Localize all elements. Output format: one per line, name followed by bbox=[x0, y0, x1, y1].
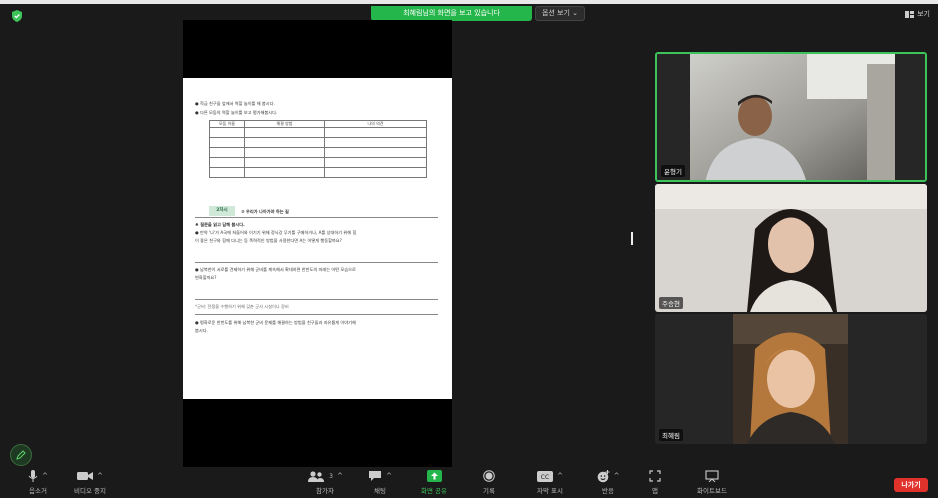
apps-button[interactable]: 앱 bbox=[645, 467, 665, 498]
annotate-pen-button[interactable] bbox=[10, 444, 32, 466]
table-row bbox=[209, 147, 427, 158]
whiteboard-label: 화이트보드 bbox=[697, 487, 727, 495]
mute-label: 음소거 bbox=[29, 487, 47, 495]
chevron-up-icon[interactable]: ^ bbox=[42, 472, 48, 480]
chevron-down-icon: ⌄ bbox=[572, 9, 579, 17]
record-icon bbox=[483, 470, 495, 482]
chevron-up-icon[interactable]: ^ bbox=[386, 472, 392, 480]
lesson-tag: 2차시 bbox=[209, 206, 235, 216]
question-1-line-2: 이 좋은 친구와 힘께 다니는 등 폭력적인 방법을 사용한다면 A는 어떻게 … bbox=[195, 238, 342, 243]
table-row bbox=[209, 167, 427, 178]
table-header: 해결 방법 bbox=[244, 120, 325, 128]
doc-bullet-2: ● 다른 모둠의 역할 놀이를 보고 평가해봅시다. bbox=[195, 110, 278, 115]
stop-video-button[interactable]: ^ 비디오 중지 bbox=[60, 467, 120, 498]
chat-label: 채팅 bbox=[374, 487, 386, 495]
security-shield-icon[interactable] bbox=[10, 9, 24, 23]
shared-document: ● 학급 친구들 앞에서 역할 놀이를 해 봅시다. ● 다른 모둠의 역할 놀… bbox=[183, 78, 452, 399]
stop-video-label: 비디오 중지 bbox=[74, 487, 106, 495]
leave-meeting-button[interactable]: 나가기 bbox=[894, 478, 928, 492]
table-row bbox=[209, 137, 427, 148]
chevron-up-icon[interactable]: ^ bbox=[97, 472, 103, 480]
whiteboard-button[interactable]: 화이트보드 bbox=[690, 467, 734, 498]
answer-line bbox=[195, 299, 438, 300]
chat-icon bbox=[369, 471, 382, 481]
share-screen-button[interactable]: 화면 공유 bbox=[414, 467, 454, 498]
view-toggle-label: 보기 bbox=[917, 10, 930, 18]
table-header: 모둠 이름 bbox=[209, 120, 245, 128]
microphone-icon bbox=[28, 469, 38, 482]
participant-tile[interactable]: 윤형기 bbox=[655, 52, 927, 182]
participants-button[interactable]: 3 ^ 참가자 bbox=[300, 467, 350, 498]
share-screen-icon bbox=[426, 470, 442, 482]
chevron-up-icon[interactable]: ^ bbox=[557, 472, 563, 480]
view-layout-icon bbox=[905, 10, 915, 18]
divider bbox=[195, 314, 438, 315]
video-camera-icon bbox=[77, 472, 94, 480]
participant-video bbox=[657, 54, 925, 180]
participant-name: 주승현 bbox=[659, 297, 683, 309]
participant-tile[interactable]: 최혜림 bbox=[655, 314, 927, 444]
question-2-line-2: 변화할까요? bbox=[195, 275, 217, 280]
question-3-line-1: ● 평화로운 한반도를 위해 남북한 군비 문제를 해결하는 방법을 친구들과 … bbox=[195, 320, 356, 325]
view-options-label: 옵션 보기 bbox=[541, 9, 570, 17]
section-heading: ♣ 질문을 읽고 답해 봅시다. bbox=[195, 222, 245, 227]
window-top-strip bbox=[0, 0, 938, 4]
table-row bbox=[209, 157, 427, 168]
chevron-up-icon[interactable]: ^ bbox=[614, 472, 620, 480]
share-status-banner: 최혜림님의 화면을 보고 있습니다 bbox=[371, 6, 532, 21]
reactions-label: 반응 bbox=[602, 487, 614, 495]
participant-video bbox=[655, 184, 927, 312]
doc-bullet-1: ● 학급 친구들 앞에서 역할 놀이를 해 봅시다. bbox=[195, 101, 275, 106]
table-row bbox=[209, 127, 427, 138]
answer-line bbox=[195, 262, 438, 263]
view-options-button[interactable]: 옵션 보기 ⌄ bbox=[535, 6, 585, 21]
participant-name: 최혜림 bbox=[659, 429, 683, 441]
closed-captions-icon: CC bbox=[537, 470, 554, 482]
question-1-line-1: ● 만약 '나'가 A국에 쳐들어와 이기기 위해 정닉강 무기를 구매하거나,… bbox=[195, 230, 357, 235]
participants-count: 3 bbox=[329, 472, 333, 480]
meeting-toolbar: ^ 음소거 ^ 비디오 중지 3 ^ 참가자 ^ 채팅 화면 공유 기록 CC … bbox=[0, 467, 938, 498]
record-label: 기록 bbox=[483, 487, 495, 495]
participants-icon bbox=[308, 470, 325, 482]
captions-button[interactable]: CC ^ 자막 표시 bbox=[525, 467, 575, 498]
share-screen-label: 화면 공유 bbox=[421, 487, 447, 495]
mute-button[interactable]: ^ 음소거 bbox=[18, 467, 58, 498]
chat-button[interactable]: ^ 채팅 bbox=[360, 467, 400, 498]
view-toggle[interactable]: 보기 bbox=[905, 9, 930, 19]
text-cursor bbox=[631, 232, 633, 245]
captions-label: 자막 표시 bbox=[537, 487, 563, 495]
reactions-button[interactable]: ^ 반응 bbox=[588, 467, 628, 498]
lesson-title: ③ 우리가 나아가야 하는 길 bbox=[241, 209, 289, 214]
footnote: *군비: 전쟁을 수행하기 위해 갖춘 군사 시설이나 장비 bbox=[195, 304, 289, 309]
apps-label: 앱 bbox=[652, 487, 658, 495]
whiteboard-icon bbox=[705, 470, 719, 482]
divider bbox=[195, 217, 438, 218]
question-3-line-2: 봅시다. bbox=[195, 328, 208, 333]
record-button[interactable]: 기록 bbox=[472, 467, 506, 498]
emoji-reaction-icon bbox=[597, 469, 610, 482]
apps-icon bbox=[649, 470, 661, 482]
participant-tile[interactable]: 주승현 bbox=[655, 184, 927, 312]
participant-video bbox=[655, 314, 927, 444]
svg-text:CC: CC bbox=[541, 474, 549, 481]
question-2-line-1: ● 남북한이 서로를 견제하기 위해 군비를 계속해서 확대하면 한반도의 미래… bbox=[195, 267, 356, 272]
table-header: 나의 의견 bbox=[324, 120, 427, 128]
chevron-up-icon[interactable]: ^ bbox=[337, 472, 343, 480]
roleplay-evaluation-table: 모둠 이름 해결 방법 나의 의견 bbox=[209, 120, 427, 178]
pencil-icon bbox=[16, 450, 26, 460]
participant-name: 윤형기 bbox=[661, 165, 685, 177]
participants-label: 참가자 bbox=[316, 487, 334, 495]
